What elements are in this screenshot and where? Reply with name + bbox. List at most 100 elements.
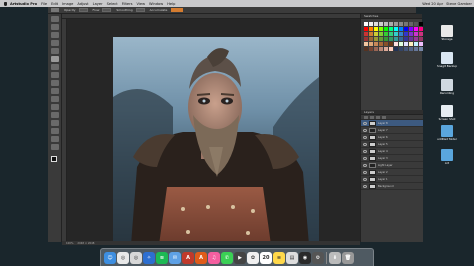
color-swatch[interactable] [394,32,398,36]
system-icon[interactable]: ⚙ [312,251,324,264]
opacity-field[interactable] [78,8,88,12]
color-swatch[interactable] [374,42,378,46]
color-swatch[interactable] [409,27,413,31]
color-swatch[interactable] [394,27,398,31]
obs-icon[interactable]: ◉ [299,251,311,264]
smoothing-field[interactable] [135,8,145,12]
photos-icon[interactable]: ✿ [247,251,259,264]
acrobat-icon[interactable]: A [182,251,194,264]
color-swatch[interactable] [364,42,368,46]
add-layer-icon[interactable] [364,115,368,119]
eye-icon[interactable] [363,149,367,153]
color-swatch[interactable] [404,32,408,36]
color-swatch[interactable] [364,27,368,31]
finder-icon[interactable]: ☺ [104,251,116,264]
desktop-icon[interactable]: Snagit Backup [434,52,460,68]
downloads-icon[interactable]: ⬇ [329,251,341,264]
color-swatch[interactable] [409,22,413,26]
desktop-icon[interactable]: Art [434,149,460,165]
hand-tool-icon[interactable] [51,136,59,142]
brush-tool-icon[interactable] [51,56,59,62]
color-swatch[interactable] [399,42,403,46]
mail-icon[interactable]: ✉ [169,251,181,264]
color-swatch[interactable] [374,47,378,51]
zoom-level[interactable]: 100% [66,242,73,245]
color-swatch[interactable] [414,22,418,26]
menu-window[interactable]: Window [149,2,163,6]
color-swatch[interactable] [374,22,378,26]
mask-layer-icon[interactable] [376,115,380,119]
color-swatch[interactable] [369,42,373,46]
chrome-icon[interactable]: ◎ [117,251,129,264]
smudge-tool-icon[interactable] [51,96,59,102]
messages-icon[interactable]: ✆ [221,251,233,264]
color-swatch[interactable] [394,37,398,41]
color-swatch[interactable] [389,42,393,46]
color-swatch[interactable] [399,32,403,36]
desktop-icon[interactable]: Recording [434,79,460,95]
layer-row[interactable]: Layer 8 [361,120,423,127]
color-swatch[interactable] [414,47,418,51]
color-swatch[interactable] [379,27,383,31]
app-menu[interactable]: Artstudio Pro [10,2,37,6]
layer-row[interactable]: Background [361,183,423,190]
safari-icon[interactable]: ✧ [143,251,155,264]
eyedropper-tool-icon[interactable] [51,128,59,134]
color-swatch[interactable] [399,47,403,51]
color-swatch[interactable] [384,47,388,51]
group-layer-icon[interactable] [370,115,374,119]
layer-row[interactable]: Layer 6 [361,134,423,141]
menu-view[interactable]: View [136,2,145,6]
layer-row[interactable]: Layer 7 [361,127,423,134]
eye-icon[interactable] [363,170,367,174]
canvas-area[interactable] [62,14,360,245]
color-swatch[interactable] [364,37,368,41]
layer-row[interactable]: Light Layer [361,162,423,169]
color-swatch[interactable] [409,32,413,36]
preview-icon[interactable]: ▤ [286,251,298,264]
spotify-icon[interactable]: ≋ [156,251,168,264]
color-swatch[interactable] [384,22,388,26]
user-name[interactable]: Steve Gamber [446,2,472,6]
layer-row[interactable]: Layer 3 [361,155,423,162]
document-image[interactable] [113,37,319,245]
color-swatch[interactable] [389,27,393,31]
lasso-tool-icon[interactable] [51,32,59,38]
menu-layer[interactable]: Layer [93,2,103,6]
color-swatch[interactable] [394,47,398,51]
color-swatch[interactable] [374,32,378,36]
color-swatch[interactable] [389,32,393,36]
color-swatch[interactable] [409,47,413,51]
color-swatch[interactable] [404,22,408,26]
color-swatch[interactable] [379,47,383,51]
color-swatch[interactable] [379,22,383,26]
illustrator-icon[interactable]: A [195,251,207,264]
eye-icon[interactable] [363,156,367,160]
color-swatch[interactable] [404,42,408,46]
color-swatch[interactable] [384,32,388,36]
color-swatch[interactable] [379,32,383,36]
crop-tool-icon[interactable] [51,48,59,54]
color-swatch[interactable] [374,37,378,41]
menu-edit[interactable]: Edit [51,2,58,6]
color-swatch[interactable] [369,27,373,31]
color-swatch[interactable] [404,27,408,31]
eye-icon[interactable] [363,135,367,139]
color-swatch[interactable] [379,42,383,46]
color-swatch[interactable] [369,47,373,51]
color-swatch[interactable] [364,32,368,36]
color-swatch[interactable] [374,27,378,31]
color-swatch[interactable] [394,22,398,26]
color-swatch[interactable] [379,37,383,41]
brush-preset[interactable] [51,8,59,12]
layer-row[interactable]: Layer 2 [361,169,423,176]
desktop-icon[interactable]: untitled folder [434,125,460,141]
menu-help[interactable]: Help [167,2,175,6]
menu-image[interactable]: Image [62,2,73,6]
color-swatch[interactable] [364,47,368,51]
menu-file[interactable]: File [41,2,47,6]
color-swatch[interactable] [369,37,373,41]
layer-row[interactable]: Layer 4 [361,148,423,155]
eye-icon[interactable] [363,128,367,132]
eye-icon[interactable] [363,177,367,181]
